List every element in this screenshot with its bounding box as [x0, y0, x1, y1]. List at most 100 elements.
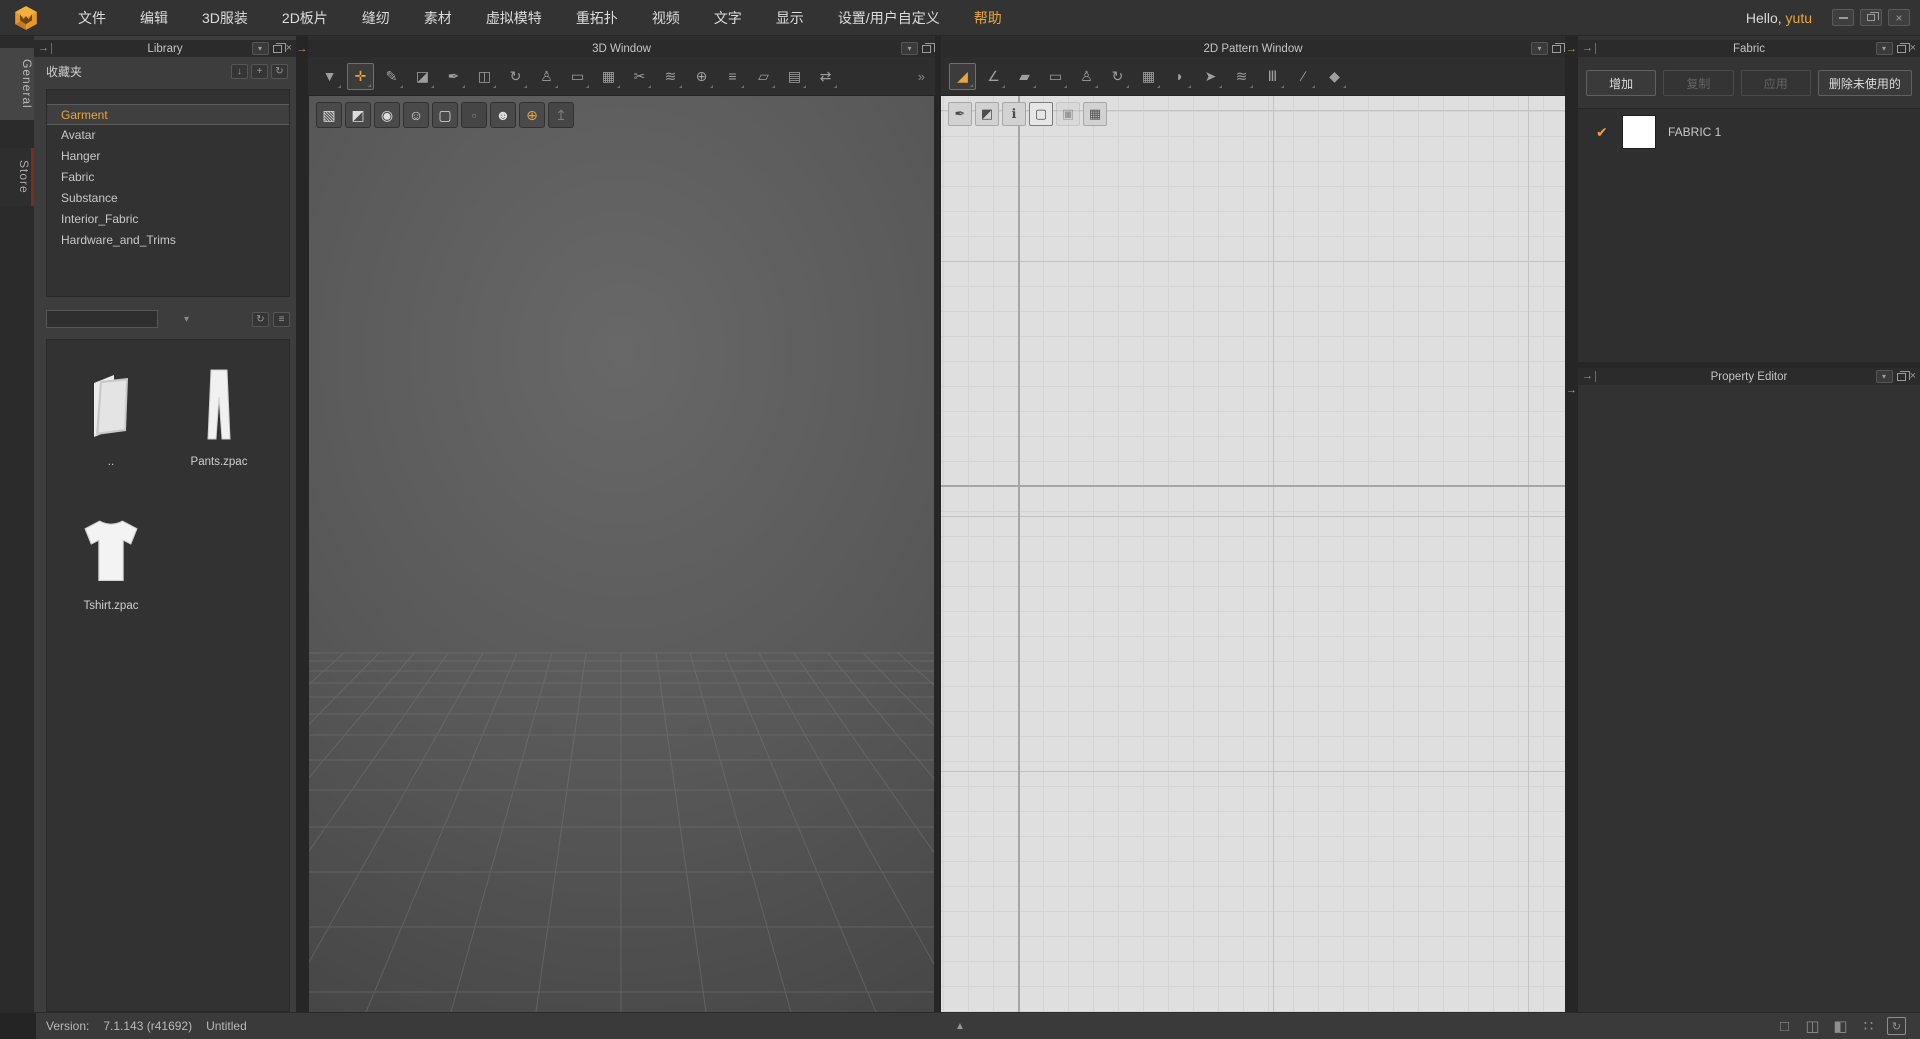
3d-view-toggle-button[interactable]: ▢: [432, 102, 458, 128]
3d-tool-button[interactable]: ≡: [719, 63, 746, 90]
3d-view-toggle-button[interactable]: ◩: [345, 102, 371, 128]
menu-item[interactable]: 3D服装: [185, 0, 265, 36]
2d-tool-button[interactable]: ▦: [1135, 63, 1162, 90]
2d-tool-button[interactable]: ▭: [1042, 63, 1069, 90]
float-icon[interactable]: [273, 45, 282, 53]
library-item-pants[interactable]: Pants.zpac: [165, 362, 273, 492]
library-folder-item[interactable]: Interior_Fabric: [47, 209, 289, 230]
favorites-refresh-button[interactable]: ↻: [271, 64, 288, 79]
menu-item[interactable]: 文字: [697, 0, 759, 36]
library-folder-item[interactable]: Garment: [47, 104, 289, 125]
float-icon[interactable]: [1552, 45, 1561, 53]
library-refresh-button[interactable]: ↻: [252, 312, 269, 327]
3d-tool-button[interactable]: ⇄: [812, 63, 839, 90]
2d-window-dropdown-button[interactable]: ▾: [1531, 42, 1548, 55]
2d-tool-button[interactable]: ∠: [980, 63, 1007, 90]
2d-view-toggle-button[interactable]: ℹ: [1002, 102, 1026, 126]
3d-tool-button[interactable]: ✂: [626, 63, 653, 90]
2d-view-toggle-button[interactable]: ▢: [1029, 102, 1053, 126]
3d-tool-button[interactable]: ◫: [471, 63, 498, 90]
2d-tool-button[interactable]: ↻: [1104, 63, 1131, 90]
fabric-add-button[interactable]: 增加: [1586, 70, 1656, 96]
dock-arrow-icon[interactable]: →: [1582, 371, 1593, 382]
restore-button[interactable]: [1860, 9, 1882, 26]
menu-item[interactable]: 重拓扑: [559, 0, 635, 36]
3d-view-toggle-button[interactable]: ☻: [490, 102, 516, 128]
layout-reset-button[interactable]: ↻: [1887, 1017, 1906, 1035]
property-editor-dropdown-button[interactable]: ▾: [1876, 370, 1893, 383]
2d-tool-button[interactable]: ♙: [1073, 63, 1100, 90]
statusbar-expand-icon[interactable]: ▲: [955, 1021, 965, 1032]
fabric-list-item[interactable]: ✔ FABRIC 1: [1578, 109, 1920, 155]
dock-arrow-icon[interactable]: →: [1565, 44, 1578, 55]
3d-tool-button[interactable]: ▤: [781, 63, 808, 90]
3d-view-toggle-button[interactable]: ◉: [374, 102, 400, 128]
2d-tool-button[interactable]: ≋: [1228, 63, 1255, 90]
search-input[interactable]: [46, 310, 158, 328]
library-dropdown-button[interactable]: ▾: [252, 42, 269, 55]
3d-view-toggle-button[interactable]: ▧: [316, 102, 342, 128]
2d-tool-button[interactable]: ▰: [1011, 63, 1038, 90]
panel-close-icon[interactable]: ×: [1910, 371, 1916, 382]
favorites-import-button[interactable]: ↓: [231, 64, 248, 79]
panel-close-icon[interactable]: ×: [1910, 43, 1916, 54]
menu-item[interactable]: 文件: [61, 0, 123, 36]
library-folder-item[interactable]: Hanger: [47, 146, 289, 167]
username-link[interactable]: yutu: [1786, 10, 1812, 26]
3d-view-toggle-button[interactable]: ☺: [403, 102, 429, 128]
library-folder-item[interactable]: Avatar: [47, 125, 289, 146]
3d-tool-button[interactable]: ✛: [347, 63, 374, 90]
sidebar-tab-store[interactable]: Store: [0, 148, 34, 206]
3d-tool-button[interactable]: ▱: [750, 63, 777, 90]
menu-item[interactable]: 缝纫: [345, 0, 407, 36]
toolbar-overflow-icon[interactable]: »: [918, 69, 925, 84]
2d-tool-button[interactable]: ◆: [1321, 63, 1348, 90]
dock-arrow-icon[interactable]: →: [1565, 385, 1578, 396]
search-dropdown-icon[interactable]: ▾: [184, 314, 189, 325]
3d-tool-button[interactable]: ↻: [502, 63, 529, 90]
3d-view-toggle-button[interactable]: ▫: [461, 102, 487, 128]
minimize-button[interactable]: [1832, 9, 1854, 26]
float-icon[interactable]: [922, 45, 931, 53]
layout-four-pane-button[interactable]: ∷: [1859, 1017, 1878, 1035]
3d-tool-button[interactable]: ♙: [533, 63, 560, 90]
library-folder-item[interactable]: Substance: [47, 188, 289, 209]
layout-single-button[interactable]: □: [1775, 1017, 1794, 1035]
fabric-dropdown-button[interactable]: ▾: [1876, 42, 1893, 55]
library-folder-item[interactable]: Hardware_and_Trims: [47, 230, 289, 251]
menu-item[interactable]: 视频: [635, 0, 697, 36]
library-item-parent-folder[interactable]: ..: [57, 362, 165, 492]
3d-tool-button[interactable]: ▼: [316, 63, 343, 90]
2d-tool-button[interactable]: ➤: [1197, 63, 1224, 90]
2d-tool-button[interactable]: Ⅲ: [1259, 63, 1286, 90]
3d-tool-button[interactable]: ◪: [409, 63, 436, 90]
dock-arrow-icon[interactable]: →: [1582, 43, 1593, 54]
3d-tool-button[interactable]: ≋: [657, 63, 684, 90]
3d-tool-button[interactable]: ✒: [440, 63, 467, 90]
3d-view-toggle-button[interactable]: ⊕: [519, 102, 545, 128]
menu-item[interactable]: 设置/用户自定义: [821, 0, 957, 36]
menu-item[interactable]: 显示: [759, 0, 821, 36]
menu-item[interactable]: 2D板片: [265, 0, 345, 36]
float-icon[interactable]: [1897, 373, 1906, 381]
layout-three-pane-button[interactable]: ◧: [1831, 1017, 1850, 1035]
2d-view-toggle-button[interactable]: ✒: [948, 102, 972, 126]
2d-view-toggle-button[interactable]: ◩: [975, 102, 999, 126]
2d-view-toggle-button[interactable]: ▦: [1083, 102, 1107, 126]
sidebar-tab-general[interactable]: General: [0, 48, 34, 120]
panel-close-icon[interactable]: ×: [286, 43, 292, 54]
close-button[interactable]: ×: [1888, 9, 1910, 26]
3d-tool-button[interactable]: ▭: [564, 63, 591, 90]
2d-pattern-canvas[interactable]: ✒◩ℹ▢▣▦: [941, 96, 1565, 1012]
2d-tool-button[interactable]: ◗: [1166, 63, 1193, 90]
list-view-button[interactable]: ≡: [273, 312, 290, 327]
dock-arrow-icon[interactable]: →: [38, 43, 49, 54]
favorites-add-button[interactable]: +: [251, 64, 268, 79]
menu-item[interactable]: 帮助: [957, 0, 1019, 36]
layout-two-pane-button[interactable]: ◫: [1803, 1017, 1822, 1035]
menu-item[interactable]: 素材: [407, 0, 469, 36]
2d-view-toggle-button[interactable]: ▣: [1056, 102, 1080, 126]
3d-window-dropdown-button[interactable]: ▾: [901, 42, 918, 55]
2d-tool-button[interactable]: ∕: [1290, 63, 1317, 90]
menu-item[interactable]: 虚拟模特: [469, 0, 559, 36]
